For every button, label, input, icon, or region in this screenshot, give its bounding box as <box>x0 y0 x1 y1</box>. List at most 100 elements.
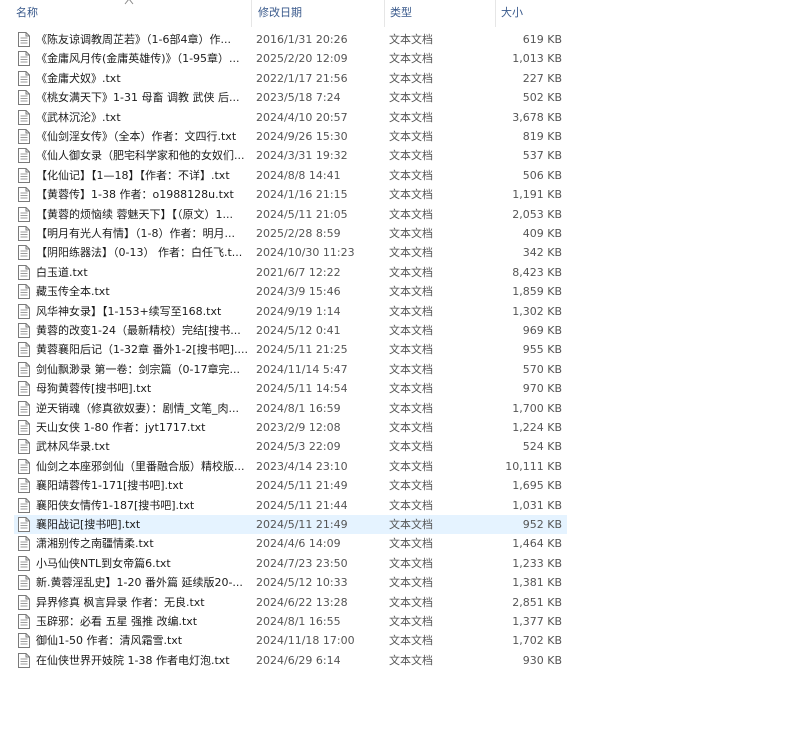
text-file-icon <box>18 206 30 222</box>
column-header-type[interactable]: 类型 <box>384 0 495 27</box>
file-date: 2024/8/1 16:59 <box>256 401 341 415</box>
file-date: 2024/9/26 15:30 <box>256 130 348 143</box>
column-header-date[interactable]: 修改日期 <box>251 0 384 27</box>
file-type: 文本文档 <box>389 246 433 260</box>
file-type: 文本文档 <box>389 91 433 105</box>
file-type: 文本文档 <box>389 401 433 415</box>
file-row[interactable]: 【化仙记】【1—18】【作者：不详】.txt 2024/8/8 14:41 文本文档… <box>14 166 567 185</box>
file-type: 文本文档 <box>389 304 433 318</box>
file-row[interactable]: 《金庸风月传(金庸英雄传)》（1-95章）... 2025/2/20 12:09 文… <box>14 49 567 68</box>
file-type: 文本文档 <box>389 421 433 434</box>
file-date: 2024/4/6 14:09 <box>256 537 341 551</box>
file-row[interactable]: 武林风华录.txt 2024/5/3 22:09 文本文档 524 KB <box>14 437 567 456</box>
file-name: 《金庸犬奴》.txt <box>36 71 121 85</box>
file-row[interactable]: 《仙人御女录（肥宅科学家和他的女奴们... 2024/3/31 19:32 文本文档… <box>14 146 567 165</box>
file-date: 2025/2/20 12:09 <box>256 52 348 66</box>
file-row[interactable]: 藏玉传全本.txt 2024/3/9 15:46 文本文档 1,859 KB <box>14 282 567 301</box>
file-type: 文本文档 <box>389 440 433 454</box>
column-header-name[interactable]: 名称 <box>16 0 251 27</box>
file-name: 逆天销魂（修真欲奴妻）：剧情_文笔_肉... <box>36 401 239 415</box>
file-size: 537 KB <box>522 149 562 163</box>
column-header-size[interactable]: 大小 <box>495 0 570 27</box>
text-file-icon <box>18 51 30 67</box>
file-name: 《陈友谅调教周芷若》（1-6部4章）作... <box>36 33 231 46</box>
file-date: 2024/9/19 1:14 <box>256 304 341 318</box>
file-size: 819 KB <box>522 130 562 143</box>
file-name: 《仙剑淫女传》（全本）作者：文四行.txt <box>36 130 237 143</box>
file-row[interactable]: 在仙侠世界开妓院 1-38 作者电灯泡.txt 2024/6/29 6:14 文本文… <box>14 651 567 670</box>
text-file-icon <box>18 555 30 571</box>
column-header-bar: 名称 修改日期 类型 大小 <box>0 0 570 27</box>
file-name: 御仙1-50 作者：清风霜雪.txt <box>36 634 183 648</box>
text-file-icon <box>18 90 30 106</box>
file-name: 母狗黄蓉传[搜书吧].txt <box>36 382 152 396</box>
file-size: 1,302 KB <box>512 304 562 318</box>
file-name: 《金庸风月传(金庸英雄传)》（1-95章）... <box>36 52 240 66</box>
file-row[interactable]: 异界修真 枫言异录 作者：无良.txt 2024/6/22 13:28 文本文档 2,… <box>14 593 567 612</box>
text-file-icon <box>18 342 30 358</box>
file-row[interactable]: 御仙1-50 作者：清风霜雪.txt 2024/11/18 17:00 文本文档 1,… <box>14 631 567 650</box>
file-row[interactable]: 【黄蓉的烦恼续 蓉魅天下】【（原文）1... 2024/5/11 21:05 文本文… <box>14 205 567 224</box>
file-date: 2024/5/11 21:05 <box>256 207 348 221</box>
file-type: 文本文档 <box>389 33 433 46</box>
text-file-icon <box>18 361 30 377</box>
file-row[interactable]: 《仙剑淫女传》（全本）作者：文四行.txt 2024/9/26 15:30 文本文档… <box>14 127 567 146</box>
file-row[interactable]: 天山女侠 1-80 作者：jyt1717.txt 2023/2/9 12:08 文本… <box>14 418 567 437</box>
file-row[interactable]: 【明月有光人有情】（1-8）作者：明月... 2025/2/28 8:59 文本文档… <box>14 224 567 243</box>
file-row[interactable]: 【阴阳练器法】（0-13） 作者：白任飞.t... 2024/10/30 11:2… <box>14 243 567 262</box>
file-size: 619 KB <box>522 33 562 46</box>
file-name: 【阴阳练器法】（0-13） 作者：白任飞.t... <box>36 246 243 260</box>
file-row[interactable]: 剑仙飘渺录 第一卷：剑宗篇（0-17章完... 2024/11/14 5:47 文本… <box>14 360 567 379</box>
file-row[interactable]: 襄阳靖蓉传1-171[搜书吧].txt 2024/5/11 21:49 文本文档 1,… <box>14 476 567 495</box>
file-row[interactable]: 《陈友谅调教周芷若》（1-6部4章）作... 2016/1/31 20:26 文本文… <box>14 30 567 49</box>
file-row[interactable]: 襄阳侠女情传1-187[搜书吧].txt 2024/5/11 21:44 文本文档 1… <box>14 496 567 515</box>
text-file-icon <box>18 70 30 86</box>
file-date: 2024/8/1 16:55 <box>256 615 341 628</box>
file-date: 2024/7/23 23:50 <box>256 556 348 570</box>
file-row[interactable]: 《武林沉沦》.txt 2024/4/10 20:57 文本文档 3,678 KB <box>14 108 567 127</box>
text-file-icon <box>18 245 30 261</box>
file-row[interactable]: 小马仙侠NTL到女帝篇6.txt 2024/7/23 23:50 文本文档 1,233… <box>14 554 567 573</box>
file-date: 2022/1/17 21:56 <box>256 71 348 85</box>
file-type: 文本文档 <box>389 207 433 221</box>
file-date: 2024/5/11 21:44 <box>256 498 348 512</box>
file-date: 2024/5/11 14:54 <box>256 382 348 396</box>
file-row[interactable]: 玉辟邪：必看 五星 强推 改编.txt 2024/8/1 16:55 文本文档 1,3… <box>14 612 567 631</box>
file-date: 2023/5/18 7:24 <box>256 91 341 105</box>
file-date: 2024/3/9 15:46 <box>256 285 341 299</box>
file-row[interactable]: 《桃女满天下》1-31 母畜 调教 武侠 后... 2023/5/18 7:24 文… <box>14 88 567 107</box>
text-file-icon <box>18 614 30 629</box>
file-row[interactable]: 母狗黄蓉传[搜书吧].txt 2024/5/11 14:54 文本文档 970 KB <box>14 379 567 398</box>
file-row[interactable]: 《金庸犬奴》.txt 2022/1/17 21:56 文本文档 227 KB <box>14 69 567 88</box>
file-row[interactable]: 【黄蓉传】1-38 作者：o1988128u.txt 2024/1/16 21:1… <box>14 185 567 204</box>
file-type: 文本文档 <box>389 52 433 66</box>
file-type: 文本文档 <box>389 343 433 357</box>
file-row[interactable]: 潇湘别传之南疆情柔.txt 2024/4/6 14:09 文本文档 1,464 KB <box>14 534 567 553</box>
text-file-icon <box>18 226 30 241</box>
file-row[interactable]: 新.黄蓉淫乱史】1-20 番外篇 延续版20-... 2024/5/12 10:3… <box>14 573 567 592</box>
file-date: 2024/4/10 20:57 <box>256 110 348 124</box>
file-row[interactable]: 黄蓉的改变1-24（最新精校）完结[搜书... 2024/5/12 0:41 文本文… <box>14 321 567 340</box>
file-size: 952 KB <box>522 518 562 531</box>
file-size: 3,678 KB <box>512 110 562 124</box>
file-date: 2025/2/28 8:59 <box>256 227 341 240</box>
file-row[interactable]: 白玉道.txt 2021/6/7 12:22 文本文档 8,423 KB <box>14 263 567 282</box>
file-name: 玉辟邪：必看 五星 强推 改编.txt <box>36 615 198 628</box>
file-type: 文本文档 <box>389 168 433 182</box>
file-row[interactable]: 风华神女录】【1-153+续写至168.txt 2024/9/19 1:14 文本文… <box>14 302 567 321</box>
file-row[interactable]: 仙剑之本座邪剑仙（里番融合版）精校版... 2023/4/14 23:10 文本文档… <box>14 457 567 476</box>
file-size: 506 KB <box>522 168 562 182</box>
file-size: 2,053 KB <box>512 207 562 221</box>
file-date: 2024/5/3 22:09 <box>256 440 341 454</box>
text-file-icon <box>18 303 30 319</box>
file-size: 1,702 KB <box>512 634 562 648</box>
file-row[interactable]: 黄蓉襄阳后记（1-32章 番外1-2[搜书吧].... 2024/5/11 21:… <box>14 340 567 359</box>
file-name: 仙剑之本座邪剑仙（里番融合版）精校版... <box>36 459 245 473</box>
file-date: 2024/5/11 21:25 <box>256 343 348 357</box>
file-date: 2024/5/11 21:49 <box>256 518 348 531</box>
text-file-icon <box>18 652 30 668</box>
file-row[interactable]: 逆天销魂（修真欲奴妻）：剧情_文笔_肉... 2024/8/1 16:59 文本文档… <box>14 399 567 418</box>
file-name: 剑仙飘渺录 第一卷：剑宗篇（0-17章完... <box>36 362 240 376</box>
file-type: 文本文档 <box>389 227 433 240</box>
file-row[interactable]: 襄阳战记[搜书吧].txt 2024/5/11 21:49 文本文档 952 KB <box>14 515 567 534</box>
